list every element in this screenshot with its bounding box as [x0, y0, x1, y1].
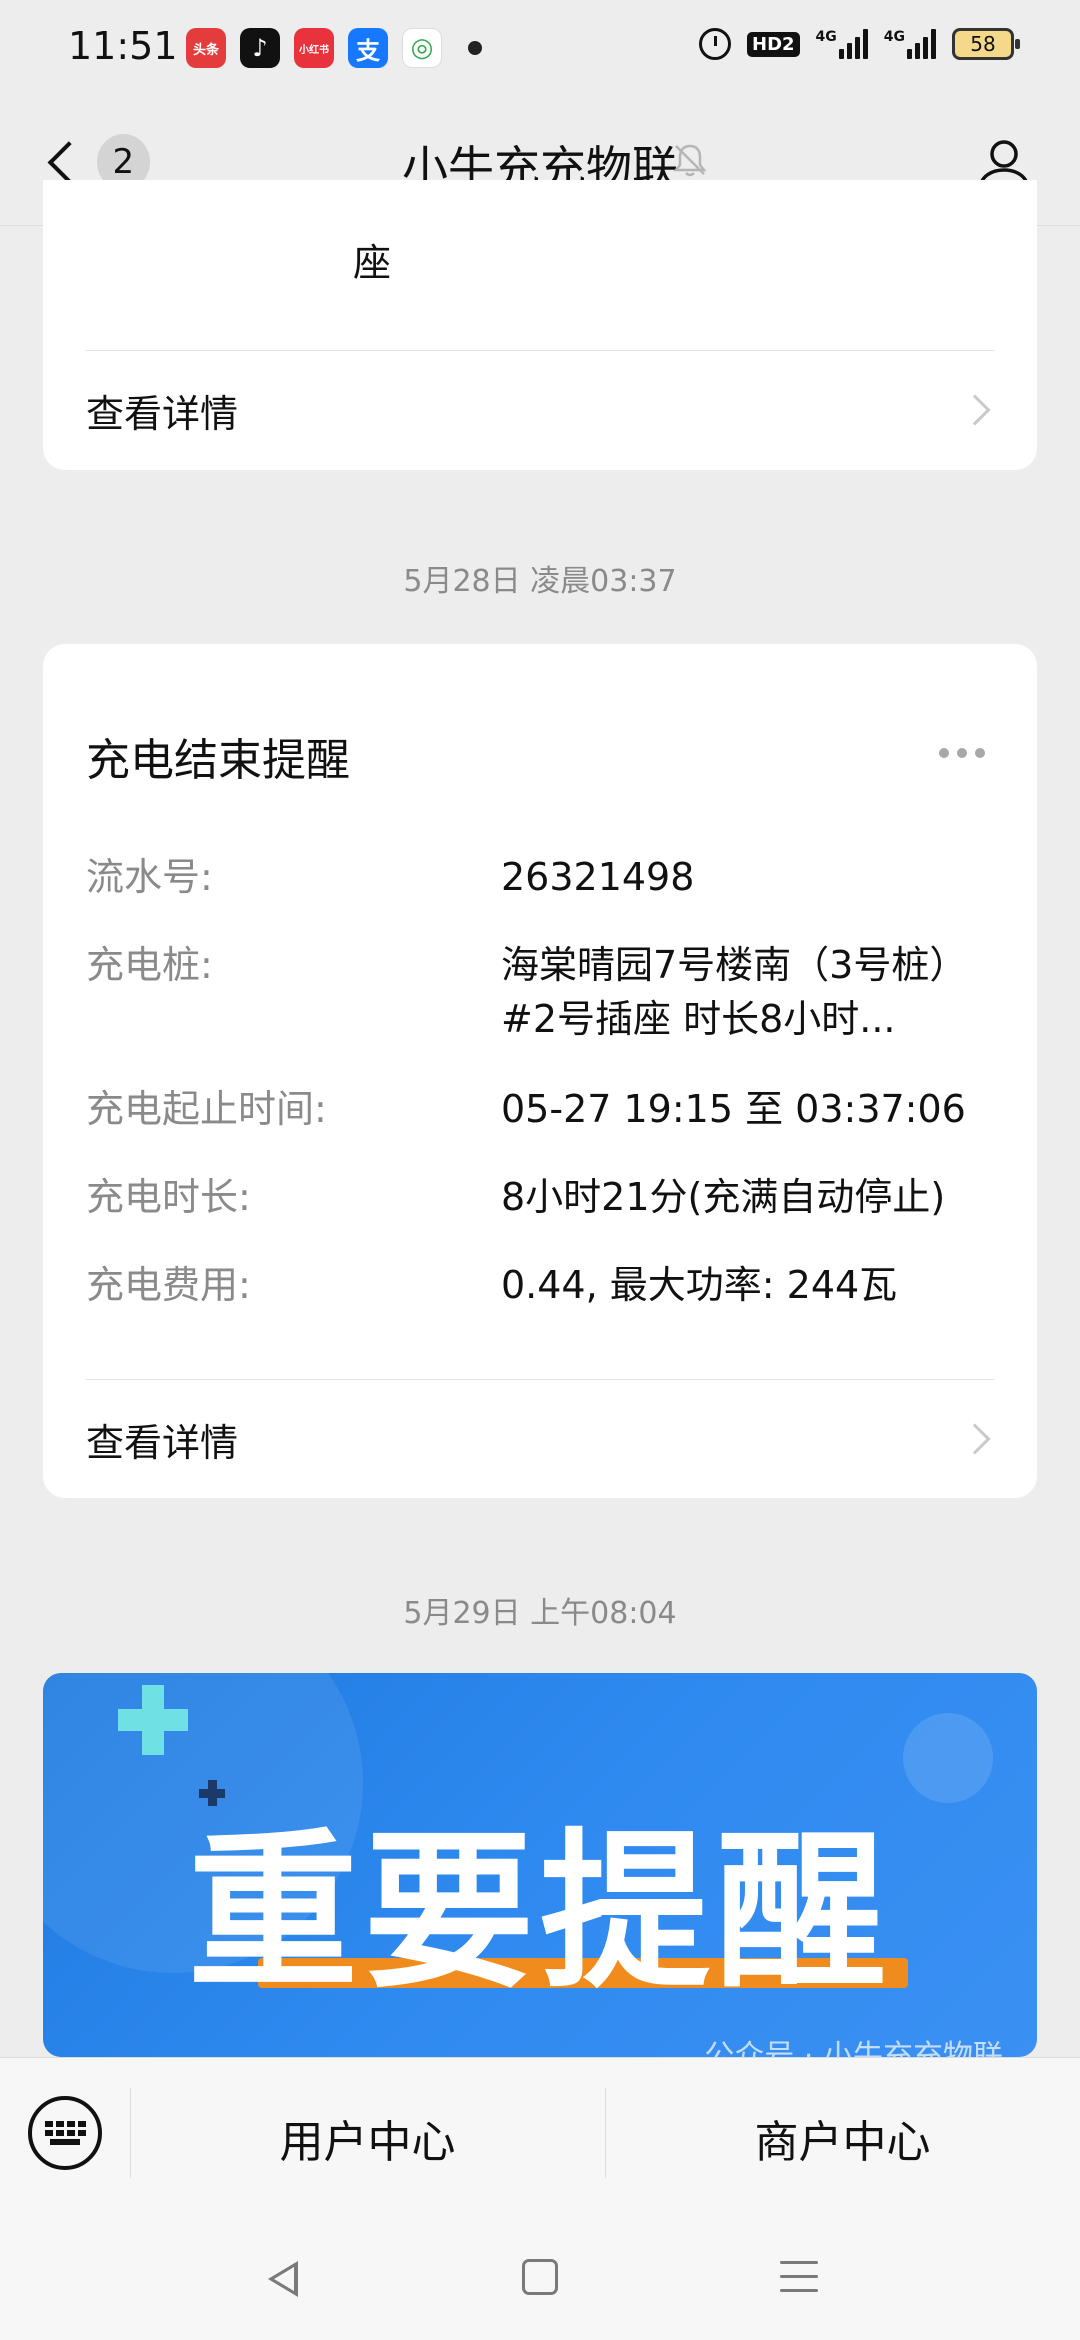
more-notifications-dot: [468, 41, 482, 55]
banner-title: 重要提醒: [187, 1814, 892, 2012]
alipay-icon: 支: [348, 28, 388, 68]
chevron-right-icon: [959, 1423, 991, 1455]
china-mobile-icon: ◎: [402, 28, 442, 68]
plus-small-icon: [208, 1780, 217, 1806]
signal-icon-2: 4G: [884, 29, 936, 59]
keyboard-toggle-button[interactable]: [28, 2096, 102, 2170]
battery-icon: 58: [952, 28, 1020, 60]
menu-merchant-center[interactable]: 商户中心: [605, 2106, 1080, 2170]
mute-bell-icon: [673, 144, 707, 177]
message-timestamp: 5月29日 上午08:04: [403, 1596, 677, 1631]
more-options-icon[interactable]: [939, 748, 985, 758]
status-bar: 11:51 头条 ♪ 小红书 支 ◎ HD2 4G 4G 58: [0, 0, 1080, 96]
banner-watermark: 公众号 · 小牛充充物联: [704, 2039, 1003, 2057]
system-home-icon[interactable]: [522, 2259, 558, 2295]
field-charger: 充电桩: 海棠晴园7号楼南（3号桩） #2号插座 时长8小时...: [86, 938, 994, 1046]
system-navigation-bar: [0, 2221, 1080, 2340]
field-label: 充电时长:: [86, 1175, 251, 1219]
card-title: 充电结束提醒: [86, 735, 350, 786]
keyboard-icon: [44, 2121, 86, 2145]
field-time-range: 充电起止时间: 05-27 19:15 至 03:37:06: [86, 1082, 994, 1136]
view-details-label: 查看详情: [86, 1420, 239, 1465]
field-value: 海棠晴园7号楼南（3号桩）: [501, 943, 968, 987]
decor-circle: [903, 1713, 993, 1803]
menu-user-center[interactable]: 用户中心: [130, 2106, 605, 2170]
field-label: 流水号:: [86, 855, 213, 899]
system-back-icon[interactable]: [268, 2261, 298, 2297]
charging-end-card: 充电结束提醒 流水号: 26321498 充电桩: 海棠晴园7号楼南（3号桩） …: [43, 644, 1037, 1498]
status-time: 11:51: [68, 24, 178, 68]
field-value: 8小时21分(充满自动停止): [501, 1175, 946, 1219]
tiktok-icon: ♪: [240, 28, 280, 68]
field-duration: 充电时长: 8小时21分(充满自动停止): [86, 1170, 994, 1224]
toutiao-icon: 头条: [186, 28, 226, 68]
system-recents-icon[interactable]: [780, 2261, 818, 2303]
important-notice-banner[interactable]: 重要提醒 公众号 · 小牛充充物联: [43, 1673, 1037, 2057]
signal-icon-1: 4G: [816, 29, 868, 59]
notification-icons: 头条 ♪ 小红书 支 ◎: [186, 28, 482, 68]
status-indicators: HD2 4G 4G 58: [699, 28, 1020, 60]
field-label: 充电桩:: [86, 943, 213, 987]
field-label: 充电起止时间:: [86, 1087, 327, 1131]
field-cost: 充电费用: 0.44, 最大功率: 244瓦: [86, 1258, 994, 1312]
previous-message-card: 座 查看详情: [43, 180, 1037, 470]
view-details-link[interactable]: 查看详情: [86, 1380, 994, 1498]
chevron-right-icon: [959, 394, 991, 426]
message-fragment: 座: [353, 241, 392, 285]
alarm-icon: [699, 28, 731, 60]
field-value-line2: #2号插座 时长8小时...: [501, 997, 896, 1041]
bottom-menu: 用户中心 商户中心: [0, 2057, 1080, 2221]
view-details-link[interactable]: 查看详情: [86, 351, 994, 469]
field-value: 0.44, 最大功率: 244瓦: [501, 1263, 898, 1307]
field-value: 05-27 19:15 至 03:37:06: [501, 1087, 966, 1131]
xiaohongshu-icon: 小红书: [294, 28, 334, 68]
hd-voice-icon: HD2: [747, 31, 800, 57]
field-value: 26321498: [501, 855, 695, 899]
field-label: 充电费用:: [86, 1263, 251, 1307]
view-details-label: 查看详情: [86, 391, 239, 436]
message-timestamp: 5月28日 凌晨03:37: [403, 564, 677, 599]
plus-decor-icon: [142, 1685, 164, 1755]
field-serial: 流水号: 26321498: [86, 850, 994, 904]
